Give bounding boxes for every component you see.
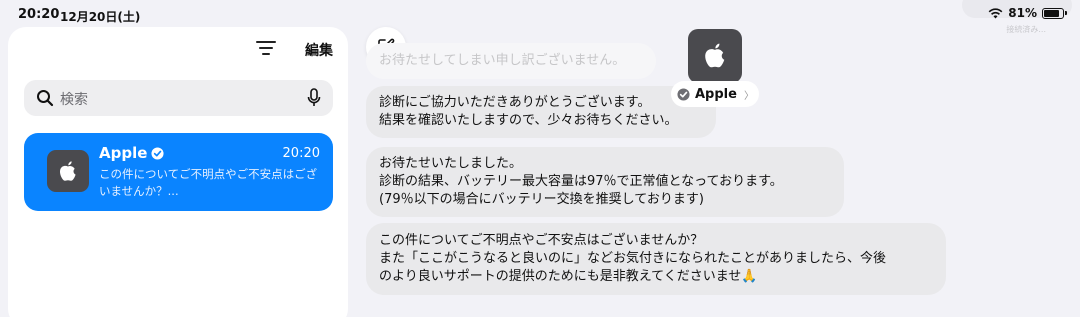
message-bubble: お待たせしてしまい申し訳ございません。 [366, 43, 656, 79]
message-line: お待たせしてしまい申し訳ございません。 [379, 53, 626, 68]
conversation-name: Apple [99, 144, 164, 162]
conversation-time: 20:20 [282, 146, 320, 161]
chevron-right-icon: 〉 [743, 90, 754, 102]
battery-level [1044, 9, 1059, 17]
edit-button[interactable]: 編集 [305, 40, 333, 60]
message-line: 診断にご協力いただきありがとうございます。 [379, 95, 651, 110]
apple-logo-icon [59, 160, 76, 181]
message-line: のより良いサポートの提供のためにも是非教えてくださいませ🙏 [379, 269, 758, 284]
conversation-name-label: Apple [99, 144, 148, 162]
conversation-item-apple[interactable]: Apple 20:20 この件についてご不明点やご不安点はございませんか？... [24, 133, 333, 211]
message-line: (79％以下の場合にバッテリー交換を推奨しております) [379, 192, 704, 207]
message-line: 診断の結果、バッテリー最大容量は97％で正常値となっております。 [379, 174, 783, 189]
status-date: 12月20日(土) [60, 10, 141, 24]
status-ghost-text: 接続済み... [1006, 25, 1046, 34]
contact-name-pill[interactable]: Apple 〉 [671, 81, 759, 107]
verified-badge-icon [677, 87, 690, 101]
battery-percent: 81% [1008, 6, 1037, 20]
contact-avatar[interactable] [688, 29, 742, 83]
message-line: この件についてご不明点やご不安点はございませんか？ [379, 233, 704, 248]
status-time: 20:20 [18, 7, 60, 22]
message-bubble: この件についてご不明点やご不安点はございませんか？ また「ここがこうなると良いの… [366, 223, 946, 295]
conversation-preview: この件についてご不明点やご不安点はございませんか？... [99, 167, 318, 198]
message-line: 結果を確認いたしますので、少々お待ちください。 [379, 113, 678, 128]
battery-icon [1042, 7, 1067, 19]
search-field[interactable]: 検索 [24, 80, 333, 116]
verified-badge-icon [151, 146, 164, 160]
search-icon [37, 90, 54, 107]
apple-logo-icon [705, 43, 725, 68]
status-indicators: 81% [988, 6, 1067, 20]
message-line: お待たせいたしました。 [379, 156, 523, 171]
filter-icon[interactable] [256, 41, 276, 57]
message-bubble: 診断にご協力いただきありがとうございます。 結果を確認いたしますので、少々お待ち… [366, 86, 716, 138]
conversation-sidebar: 編集 検索 Apple 20:20 この件についてご不明点やご不安点はございませ… [8, 27, 348, 317]
wifi-icon [988, 7, 1003, 18]
microphone-icon[interactable] [307, 88, 321, 108]
message-bubble: お待たせいたしました。 診断の結果、バッテリー最大容量は97％で正常値となってお… [366, 147, 844, 217]
contact-name: Apple [695, 86, 737, 102]
apple-avatar [47, 150, 89, 192]
message-line: また「ここがこうなると良いのに」などお気付きになられたことがありましたら、今後 [379, 251, 887, 266]
search-placeholder: 検索 [60, 92, 88, 108]
